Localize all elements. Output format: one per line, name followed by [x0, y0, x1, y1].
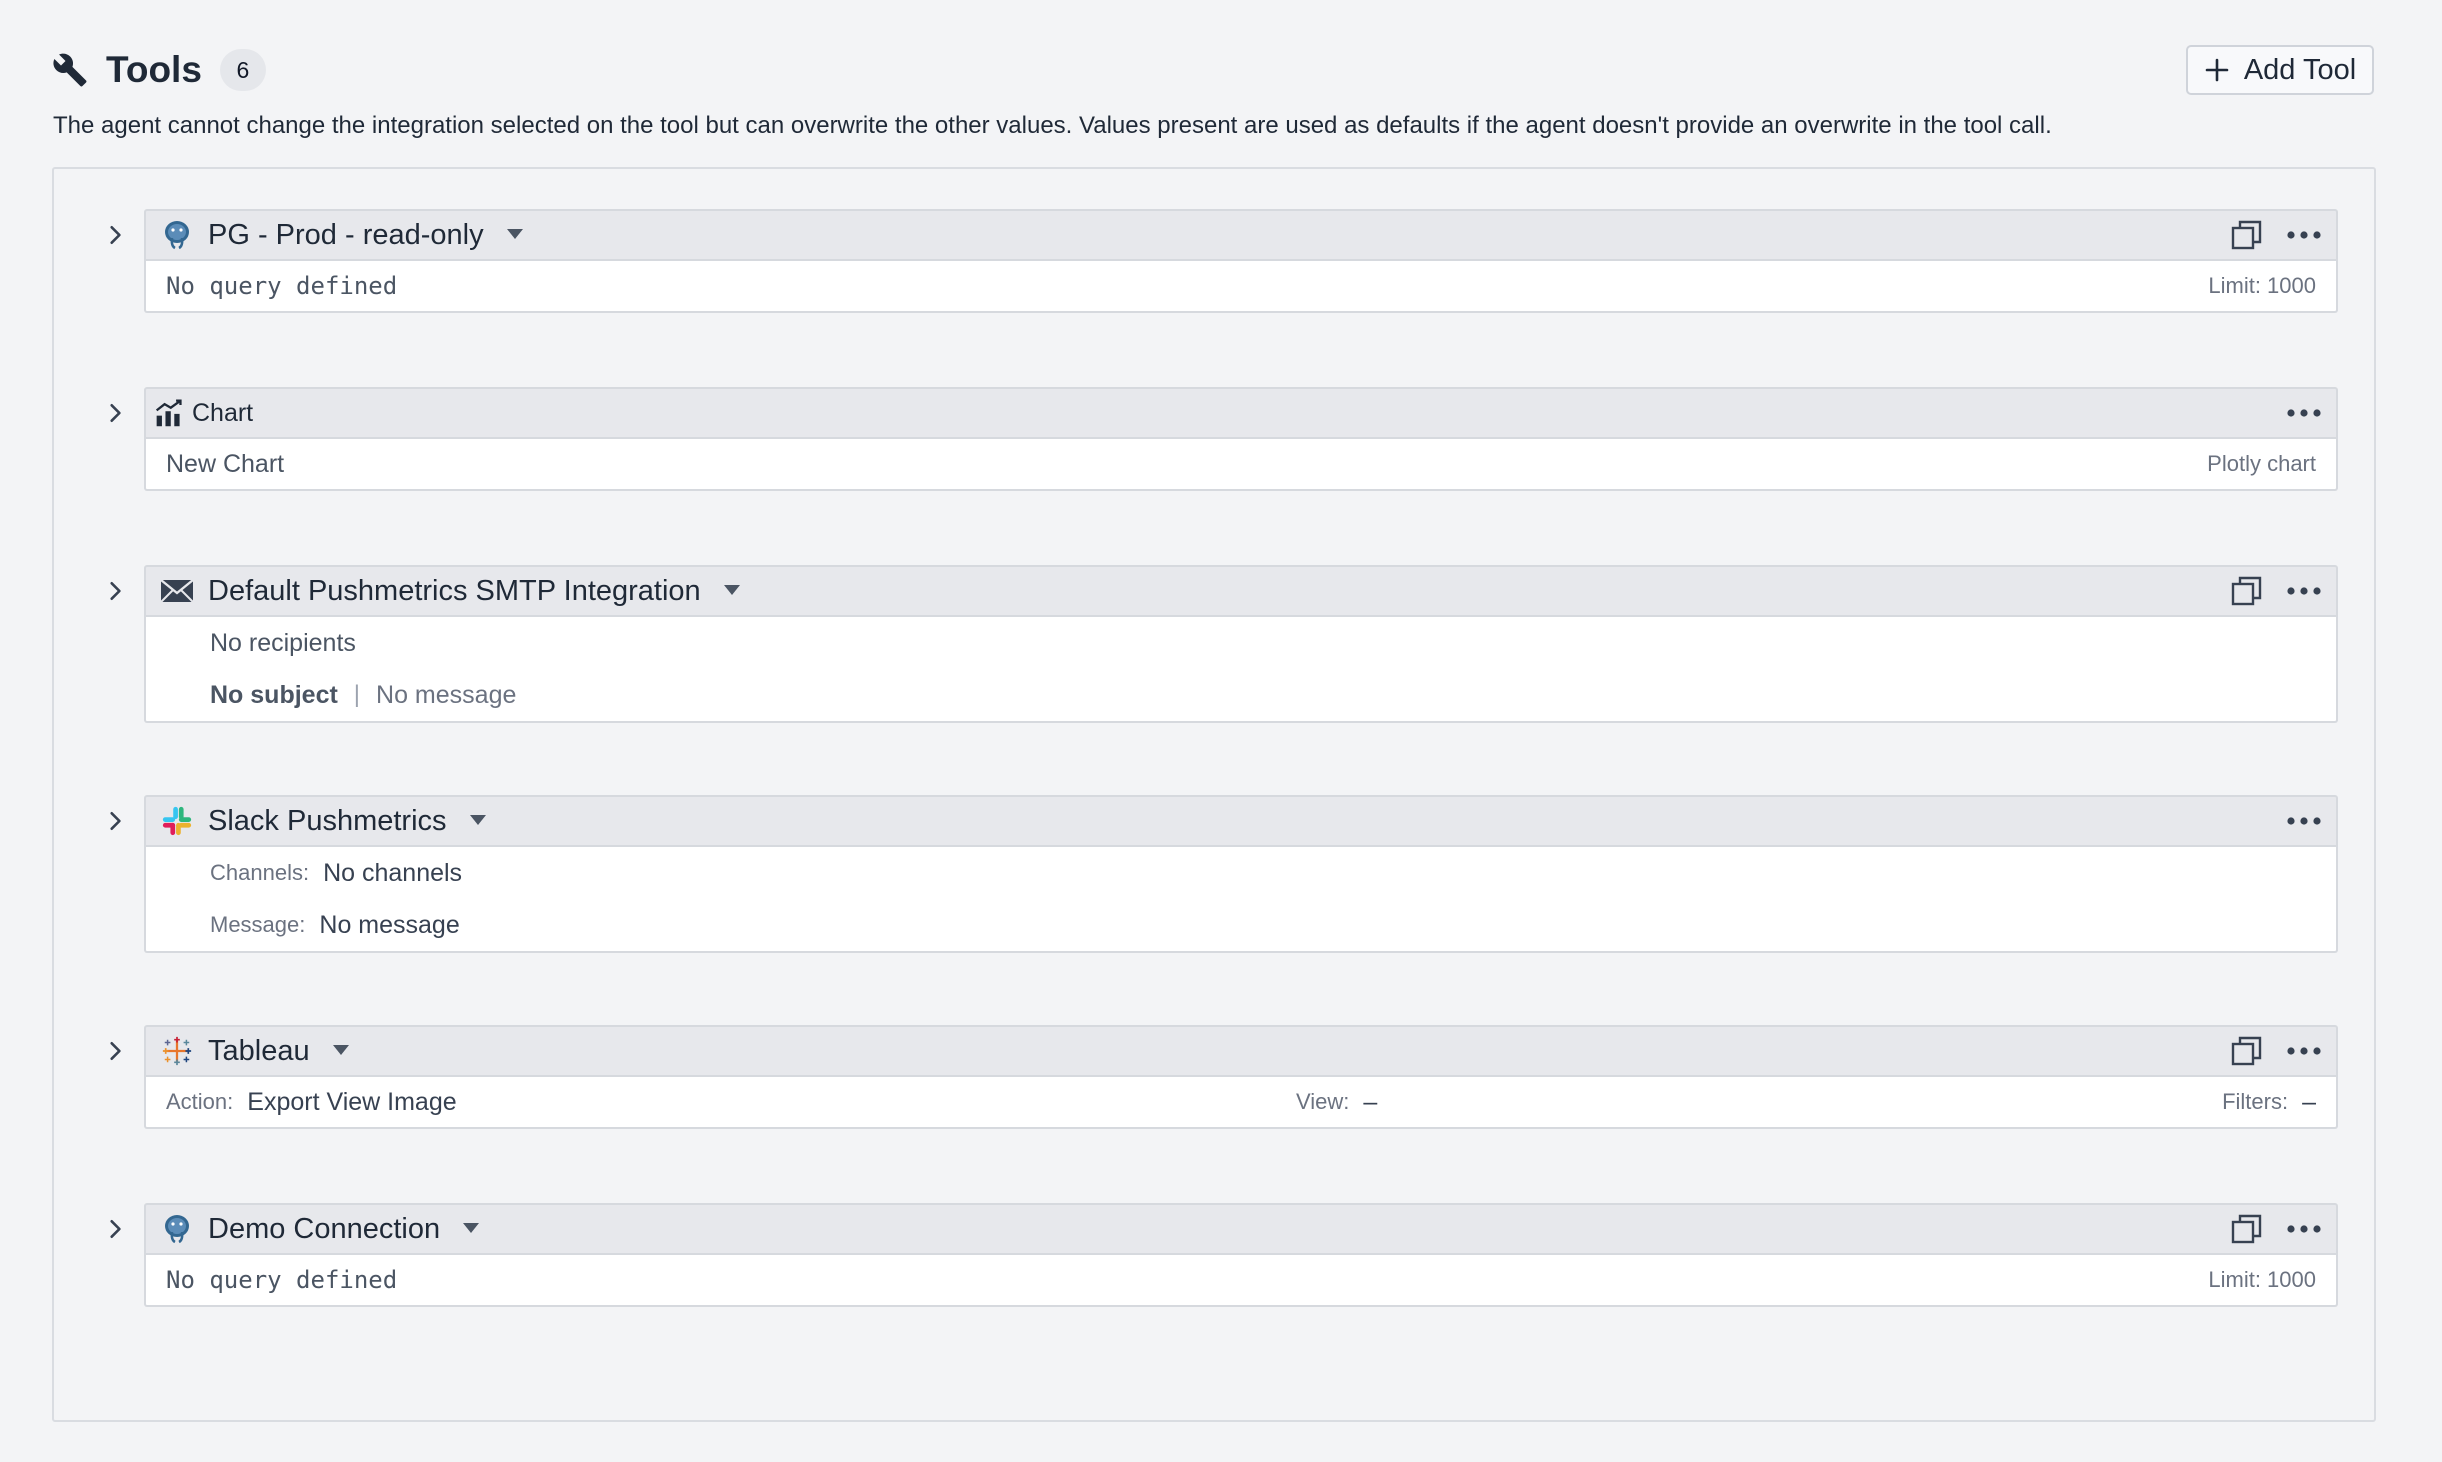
- caret-down-icon[interactable]: [723, 584, 741, 598]
- message-value: No message: [319, 910, 460, 939]
- tool-body[interactable]: No query defined Limit: 1000: [144, 1255, 2338, 1307]
- tool-item: Chart New Chart Plotly chart: [110, 387, 2338, 491]
- query-text: No query defined: [166, 272, 398, 300]
- more-options-icon[interactable]: [2286, 585, 2322, 597]
- limit-text: Limit: 1000: [2208, 1267, 2316, 1292]
- action-value: Export View Image: [247, 1087, 457, 1116]
- query-text: No query defined: [166, 1266, 398, 1294]
- tool-item: Tableau Action: Export View Image View: …: [110, 1025, 2338, 1129]
- expand-chevron-icon[interactable]: [101, 1037, 129, 1065]
- more-options-icon[interactable]: [2286, 815, 2322, 827]
- duplicate-icon[interactable]: [2230, 574, 2264, 608]
- tool-header[interactable]: Default Pushmetrics SMTP Integration: [144, 565, 2338, 617]
- tools-description: The agent cannot change the integration …: [53, 112, 2052, 139]
- caret-down-icon[interactable]: [332, 1044, 350, 1058]
- view-label: View:: [1296, 1089, 1350, 1114]
- tool-item: Default Pushmetrics SMTP Integration No …: [110, 565, 2338, 723]
- separator: |: [353, 681, 361, 708]
- tool-item: Slack Pushmetrics Channels: No channels …: [110, 795, 2338, 953]
- page-title: Tools: [106, 49, 202, 90]
- limit-text: Limit: 1000: [2208, 273, 2316, 298]
- duplicate-icon[interactable]: [2230, 1212, 2264, 1246]
- caret-down-icon[interactable]: [462, 1222, 480, 1236]
- tools-page: Tools 6 Add Tool The agent cannot change…: [0, 0, 2442, 1462]
- subject-text: No subject: [210, 680, 338, 709]
- tool-name: Slack Pushmetrics: [208, 804, 447, 837]
- chart-name: New Chart: [166, 449, 285, 478]
- expand-chevron-icon[interactable]: [101, 1215, 129, 1243]
- tableau-icon: [160, 1034, 194, 1068]
- action-label: Action:: [166, 1089, 234, 1114]
- tool-body[interactable]: Action: Export View Image View: – Filter…: [144, 1077, 2338, 1129]
- more-options-icon[interactable]: [2286, 229, 2322, 241]
- tool-body[interactable]: New Chart Plotly chart: [144, 439, 2338, 491]
- tool-header[interactable]: Tableau: [144, 1025, 2338, 1077]
- message-text: No message: [376, 680, 517, 709]
- tool-name: Default Pushmetrics SMTP Integration: [208, 574, 701, 607]
- wrench-icon: [52, 52, 88, 88]
- filters-value: –: [2302, 1087, 2316, 1116]
- tool-count-badge: 6: [219, 49, 266, 91]
- postgres-icon: [160, 218, 194, 252]
- channels-value: No channels: [323, 858, 463, 887]
- plus-icon: [2204, 57, 2230, 83]
- expand-chevron-icon[interactable]: [101, 399, 129, 427]
- more-options-icon[interactable]: [2286, 1045, 2322, 1057]
- expand-chevron-icon[interactable]: [101, 807, 129, 835]
- recipients-text: No recipients: [210, 628, 356, 657]
- tools-list: PG - Prod - read-only No query defined L: [52, 167, 2376, 1422]
- more-options-icon[interactable]: [2286, 1223, 2322, 1235]
- tool-header[interactable]: Chart: [144, 387, 2338, 439]
- mail-icon: [160, 574, 194, 608]
- channels-label: Channels:: [210, 860, 310, 885]
- slack-icon: [160, 804, 194, 838]
- caret-down-icon[interactable]: [506, 228, 524, 242]
- tool-body[interactable]: No recipients No subject | No message: [144, 617, 2338, 723]
- duplicate-icon[interactable]: [2230, 1034, 2264, 1068]
- tool-name: PG - Prod - read-only: [208, 218, 484, 251]
- chart-type: Plotly chart: [2207, 451, 2316, 476]
- tool-header[interactable]: PG - Prod - read-only: [144, 209, 2338, 261]
- expand-chevron-icon[interactable]: [101, 577, 129, 605]
- message-label: Message:: [210, 912, 306, 937]
- expand-chevron-icon[interactable]: [101, 221, 129, 249]
- chart-icon: [152, 396, 186, 430]
- filters-label: Filters:: [2222, 1089, 2289, 1114]
- tool-header[interactable]: Demo Connection: [144, 1203, 2338, 1255]
- add-tool-label: Add Tool: [2243, 53, 2357, 86]
- more-options-icon[interactable]: [2286, 407, 2322, 419]
- duplicate-icon[interactable]: [2230, 218, 2264, 252]
- tool-body[interactable]: Channels: No channels Message: No messag…: [144, 847, 2338, 953]
- add-tool-button[interactable]: Add Tool: [2186, 45, 2374, 95]
- tool-name: Demo Connection: [208, 1212, 441, 1245]
- tool-name: Tableau: [208, 1034, 310, 1067]
- tool-body[interactable]: No query defined Limit: 1000: [144, 261, 2338, 313]
- tools-header: Tools 6 Add Tool: [52, 40, 2374, 100]
- tool-name: Chart: [192, 398, 254, 427]
- caret-down-icon[interactable]: [469, 814, 487, 828]
- tool-header[interactable]: Slack Pushmetrics: [144, 795, 2338, 847]
- postgres-icon: [160, 1212, 194, 1246]
- tool-item: Demo Connection No query defined Limit:: [110, 1203, 2338, 1307]
- view-value: –: [1363, 1087, 1378, 1116]
- tool-item: PG - Prod - read-only No query defined L: [110, 209, 2338, 313]
